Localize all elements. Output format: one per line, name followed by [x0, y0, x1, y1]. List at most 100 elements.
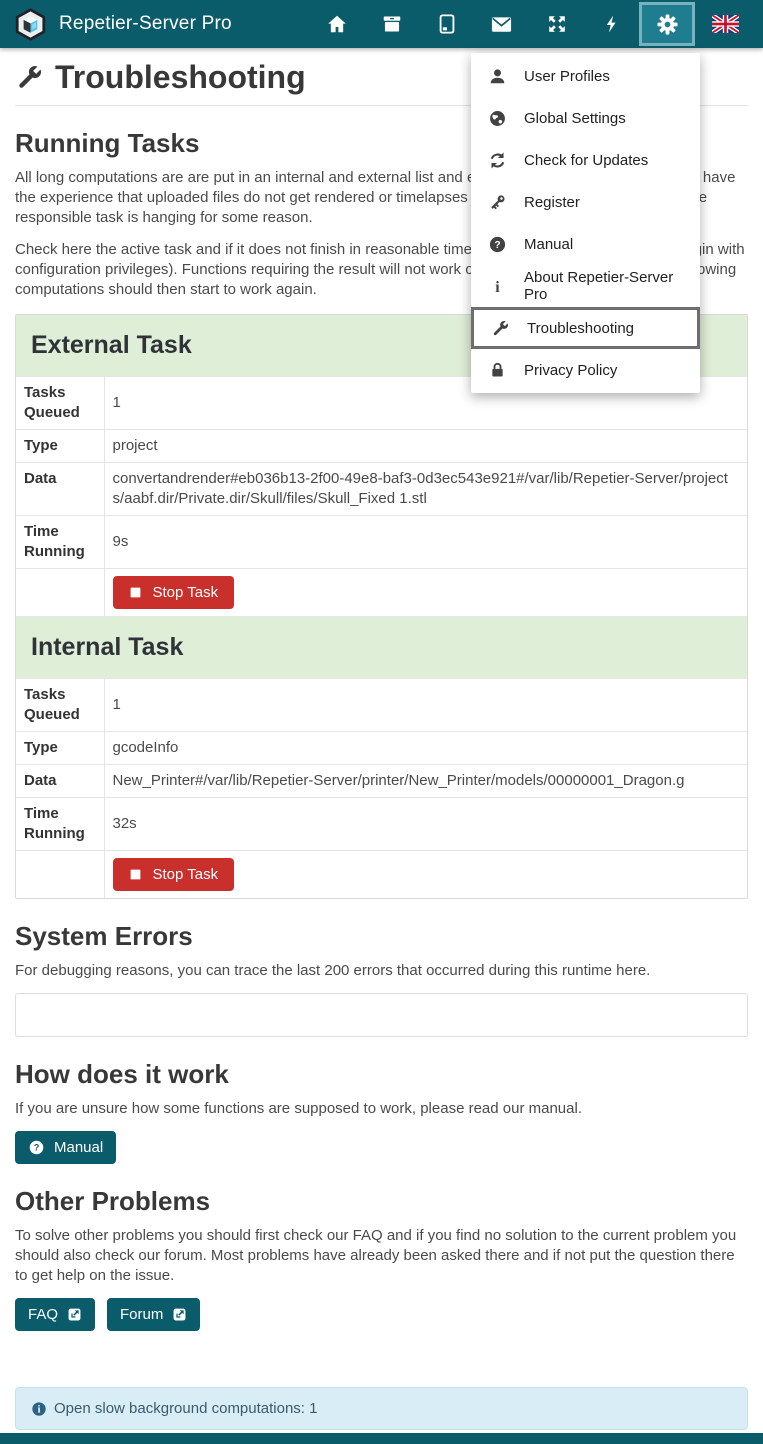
menu-item-label: Register	[524, 194, 580, 211]
nav-language[interactable]	[695, 0, 755, 48]
stop-external-task-button[interactable]: Stop Task	[113, 576, 235, 609]
external-task-table: Tasks Queued 1 Type project Data convert…	[16, 376, 747, 616]
table-row: Stop Task	[16, 569, 747, 617]
menu-item-label: Manual	[524, 236, 573, 253]
internal-task-table: Tasks Queued 1 Type gcodeInfo Data New_P…	[16, 678, 747, 898]
faq-button-label: FAQ	[28, 1306, 58, 1323]
alert-text: Open slow background computations: 1	[54, 1400, 318, 1417]
menu-item-register[interactable]: Register	[471, 181, 700, 223]
bolt-icon	[602, 13, 622, 35]
nav-messages[interactable]	[474, 0, 529, 48]
nav-settings[interactable]	[639, 2, 695, 46]
key-icon	[487, 193, 507, 212]
row-label: Tasks Queued	[16, 679, 104, 732]
gear-icon	[656, 13, 679, 36]
stop-button-label: Stop Task	[153, 866, 219, 883]
svg-text:?: ?	[34, 1143, 40, 1153]
svg-text:i: i	[495, 279, 500, 296]
row-label: Type	[16, 430, 104, 463]
other-problems-buttons: FAQ Forum	[15, 1298, 748, 1331]
how-it-works-heading: How does it work	[15, 1059, 748, 1090]
stop-button-label: Stop Task	[153, 584, 219, 601]
stop-icon	[129, 868, 142, 881]
repetier-logo-icon	[14, 8, 47, 41]
table-row: Data New_Printer#/var/lib/Repetier-Serve…	[16, 765, 747, 798]
external-link-icon	[172, 1307, 187, 1322]
home-icon	[326, 13, 348, 35]
menu-item-label: Troubleshooting	[527, 320, 634, 337]
row-label: Data	[16, 765, 104, 798]
svg-text:?: ?	[494, 239, 500, 250]
row-value: project	[104, 430, 747, 463]
table-row: Time Running 9s	[16, 516, 747, 569]
nav-quick-commands[interactable]	[584, 0, 639, 48]
info-icon: i	[487, 277, 507, 296]
manual-button-label: Manual	[54, 1139, 103, 1156]
page-title-text: Troubleshooting	[55, 59, 306, 96]
menu-item-label: About Repetier-Server Pro	[524, 269, 684, 303]
brand[interactable]: Repetier-Server Pro	[14, 8, 232, 41]
nav-print-queue[interactable]	[364, 0, 419, 48]
row-value: New_Printer#/var/lib/Repetier-Server/pri…	[104, 765, 747, 798]
menu-item-privacy-policy[interactable]: Privacy Policy	[471, 349, 700, 391]
nav-fullscreen[interactable]	[529, 0, 584, 48]
row-value: convertandrender#eb036b13-2f00-49e8-baf3…	[104, 463, 747, 516]
menu-item-check-for-updates[interactable]: Check for Updates	[471, 139, 700, 181]
table-row: Type gcodeInfo	[16, 732, 747, 765]
menu-item-label: Global Settings	[524, 110, 626, 127]
stop-icon	[129, 586, 142, 599]
nav-touch-interface[interactable]	[419, 0, 474, 48]
row-label: Data	[16, 463, 104, 516]
bottom-footer-bar	[0, 1433, 763, 1444]
menu-item-about[interactable]: i About Repetier-Server Pro	[471, 265, 700, 307]
envelope-icon	[490, 13, 513, 36]
print-queue-box-icon	[381, 13, 403, 35]
app-title: Repetier-Server Pro	[59, 13, 232, 35]
settings-dropdown-menu: User Profiles Global Settings Check for …	[471, 53, 700, 393]
menu-item-troubleshooting[interactable]: Troubleshooting	[471, 307, 700, 349]
forum-button[interactable]: Forum	[107, 1298, 200, 1331]
external-link-icon	[67, 1307, 82, 1322]
system-errors-log-box	[15, 993, 748, 1037]
question-circle-icon: ?	[28, 1139, 45, 1156]
question-circle-icon: ?	[487, 235, 507, 254]
expand-arrows-icon	[546, 13, 568, 35]
row-label: Tasks Queued	[16, 377, 104, 430]
other-problems-heading: Other Problems	[15, 1186, 748, 1217]
how-it-works-description: If you are unsure how some functions are…	[15, 1099, 748, 1119]
navbar-icons	[309, 0, 755, 48]
info-circle-icon: i	[31, 1401, 47, 1417]
tasks-panel: External Task Tasks Queued 1 Type projec…	[15, 314, 748, 899]
wrench-icon	[490, 319, 510, 338]
lock-icon	[487, 361, 507, 380]
tablet-icon	[436, 13, 458, 35]
row-value: 1	[104, 679, 747, 732]
menu-item-label: User Profiles	[524, 68, 610, 85]
svg-text:i: i	[38, 1404, 41, 1415]
table-row: Time Running 32s	[16, 798, 747, 851]
menu-item-global-settings[interactable]: Global Settings	[471, 97, 700, 139]
table-row: Stop Task	[16, 851, 747, 899]
forum-button-label: Forum	[120, 1306, 163, 1323]
menu-item-label: Privacy Policy	[524, 362, 617, 379]
top-navbar: Repetier-Server Pro	[0, 0, 763, 48]
row-label: Time Running	[16, 798, 104, 851]
nav-home[interactable]	[309, 0, 364, 48]
row-value: 32s	[104, 798, 747, 851]
table-row: Data convertandrender#eb036b13-2f00-49e8…	[16, 463, 747, 516]
manual-button[interactable]: ? Manual	[15, 1131, 116, 1164]
user-icon	[487, 67, 507, 86]
stop-internal-task-button[interactable]: Stop Task	[113, 858, 235, 891]
faq-button[interactable]: FAQ	[15, 1298, 95, 1331]
refresh-icon	[487, 151, 507, 170]
other-problems-description: To solve other problems you should first…	[15, 1226, 748, 1286]
table-row: Type project	[16, 430, 747, 463]
menu-item-user-profiles[interactable]: User Profiles	[471, 55, 700, 97]
row-label: Type	[16, 732, 104, 765]
row-value: 9s	[104, 516, 747, 569]
uk-flag-icon	[712, 15, 739, 33]
menu-item-manual[interactable]: ? Manual	[471, 223, 700, 265]
row-value: gcodeInfo	[104, 732, 747, 765]
globe-icon	[487, 109, 507, 128]
system-errors-description: For debugging reasons, you can trace the…	[15, 961, 748, 981]
